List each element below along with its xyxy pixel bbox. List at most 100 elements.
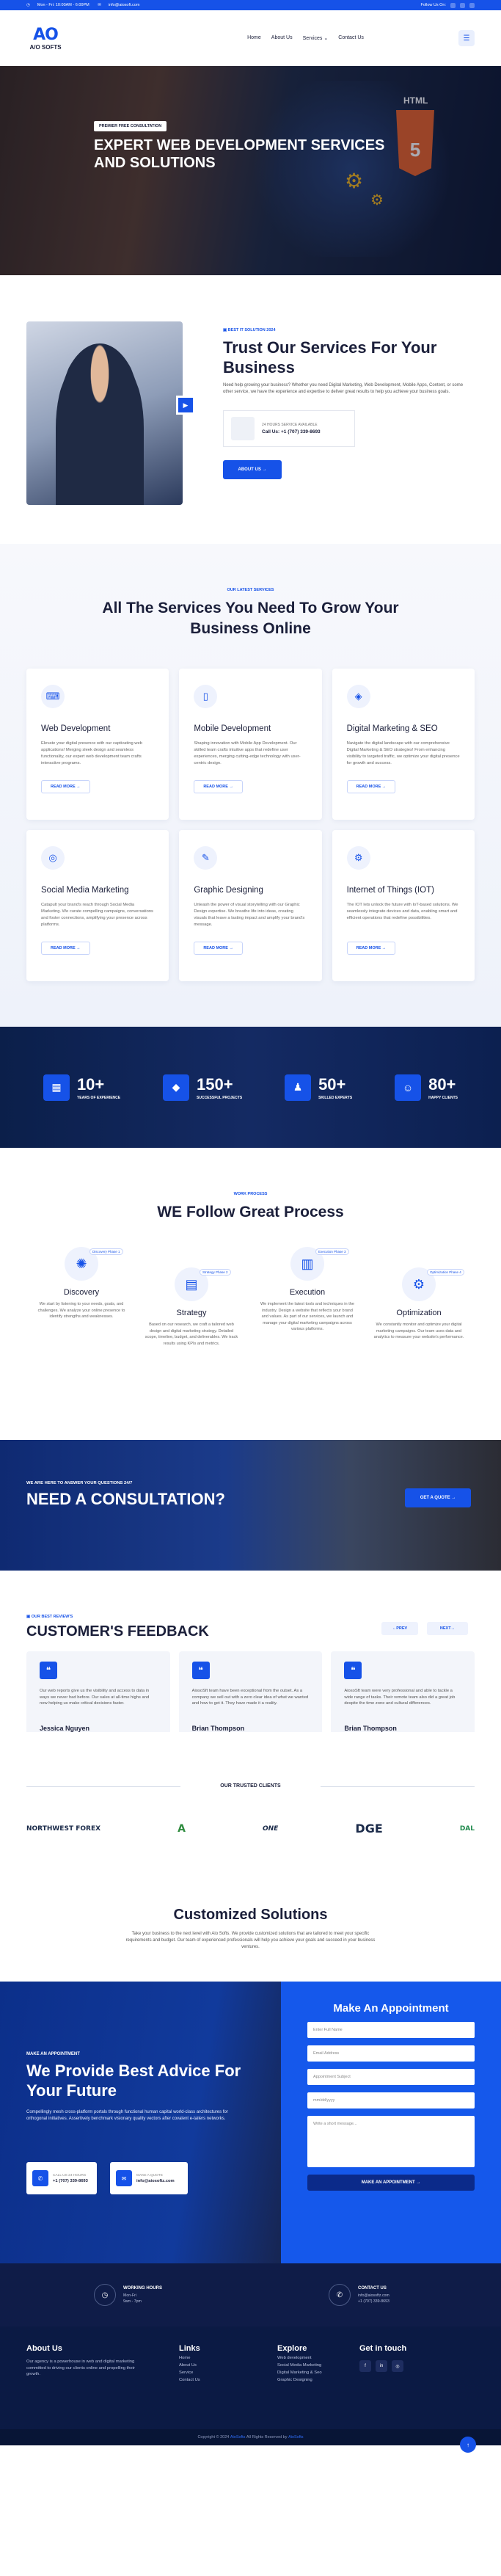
subject-input[interactable]: Appointment Subject: [307, 2069, 475, 2085]
stat-label: YEARS OF EXPERIENCE: [76, 1095, 121, 1100]
twitter-icon[interactable]: [460, 2, 465, 8]
calendar-icon: ▦: [43, 1074, 70, 1101]
contact-email[interactable]: info@aiosoftz.com: [358, 2293, 390, 2299]
call-box[interactable]: 24 HOURS SERVICE AVAILABLE Call Us: +1 (…: [223, 410, 355, 447]
nav-about[interactable]: About Us: [271, 35, 293, 41]
clients-title: OUR TRUSTED CLIENTS: [220, 1783, 281, 1789]
quote-icon: ❝: [344, 1662, 362, 1679]
next-button[interactable]: NEXT →: [427, 1622, 468, 1635]
chevron-down-icon: ⌄: [323, 36, 329, 41]
step-text: We start by listening to your needs, goa…: [37, 1302, 125, 1319]
facebook-icon[interactable]: f: [359, 2360, 371, 2372]
nav-services[interactable]: Services ⌄: [303, 35, 329, 41]
linkedin-icon[interactable]: in: [376, 2360, 387, 2372]
step-badge: Strategy Phase 2: [200, 1269, 231, 1276]
read-more-button[interactable]: READ MORE →: [41, 780, 90, 793]
hours-time: 9am - 7pm: [123, 2299, 142, 2304]
date-input[interactable]: mm/dd/yyyy: [307, 2092, 475, 2109]
step-text: We constantly monitor and optimize your …: [373, 1322, 464, 1339]
phone-icon: ✆: [329, 2284, 351, 2306]
service-card: ⌨ Web Development Elevate your digital p…: [26, 669, 169, 820]
contact-strip: ◷ WORKING HOURS Mon-Fri 9am - 7pm ✆ CONT…: [0, 2263, 501, 2326]
call-card[interactable]: ✆ CALL US 24 HOURS +1 (707) 339-8693: [26, 2162, 97, 2194]
service-card: ✎ Graphic Designing Unleash the power of…: [179, 830, 322, 981]
read-more-button[interactable]: READ MORE →: [346, 942, 396, 955]
process-steps: ✺ Discovery Phase 1 Discovery We start by…: [26, 1247, 475, 1394]
consultation-banner: WE ARE HERE TO ANSWER YOUR QUESTIONS 24/…: [0, 1440, 501, 1571]
get-quote-label: GET A QUOTE: [420, 1496, 450, 1500]
get-quote-button[interactable]: GET A QUOTE →: [405, 1488, 471, 1507]
instagram-icon[interactable]: ◎: [392, 2360, 403, 2372]
step-badge: Optimization Phase 4: [427, 1269, 464, 1276]
read-more-label: READ MORE: [356, 785, 381, 789]
about-section: ▶ ▣ BEST IT SOLUTION 2024 Trust Our Serv…: [0, 275, 501, 544]
footer-link[interactable]: Service: [179, 2371, 200, 2375]
copyright-brand-2[interactable]: AioSofts: [288, 2435, 303, 2439]
instagram-icon[interactable]: [469, 2, 475, 8]
step-title: Strategy: [176, 1309, 207, 1317]
footer-links-title: Links: [179, 2344, 200, 2353]
services-title: All The Services You Need To Grow Your B…: [102, 600, 399, 637]
call-value: Call Us: +1 (707) 339-8693: [262, 429, 321, 434]
quote-icon: ❝: [191, 1662, 210, 1679]
copyright-brand[interactable]: AioSofts: [230, 2435, 245, 2439]
footer-link[interactable]: Contact Us: [179, 2378, 200, 2382]
menu-button[interactable]: ☰: [458, 30, 475, 46]
design-icon: ✎: [194, 846, 218, 870]
submit-appointment-button[interactable]: MAKE AN APPOINTMENT →: [307, 2175, 475, 2191]
play-button[interactable]: ▶: [176, 396, 195, 415]
mail-card[interactable]: ✉ MAKE A QUOTE info@aiosoftz.com: [110, 2162, 188, 2194]
service-text: Shaping innovation with Mobile App Devel…: [194, 741, 301, 765]
play-icon: ▶: [183, 401, 189, 409]
next-label: NEXT: [439, 1626, 451, 1631]
call-label: 24 HOURS SERVICE AVAILABLE: [262, 423, 318, 427]
feedback-title: CUSTOMER'S FEEDBACK: [26, 1623, 209, 1640]
stat-number: 80+: [428, 1074, 456, 1094]
read-more-label: READ MORE: [203, 946, 228, 950]
message-textarea[interactable]: Write a short message...: [307, 2116, 475, 2167]
footer-explore-link[interactable]: Graphic Designing: [277, 2378, 322, 2382]
nav-contact[interactable]: Contact Us: [338, 35, 364, 41]
phone-icon: [231, 417, 255, 440]
hours-text: Mon - Fri: 10:00AM - 6:00PM: [37, 3, 89, 7]
hero-banner: ⚙ ⚙ HTML 5 PREMIER FREE CONSULTATION EXP…: [0, 66, 501, 275]
facebook-icon[interactable]: [450, 2, 456, 8]
read-more-button[interactable]: READ MORE →: [194, 780, 243, 793]
contact-phone[interactable]: +1 (707) 339-8693: [358, 2299, 390, 2304]
optimization-icon: ⚙ Optimization Phase 4: [402, 1267, 464, 1301]
hours-days: Mon-Fri: [123, 2293, 136, 2298]
stat-item: ♟ 50+ SKILLED EXPERTS: [285, 1074, 352, 1101]
footer-explore-link[interactable]: Social Media Marketing: [277, 2363, 322, 2368]
step-text: Based on our research, we craft a tailor…: [145, 1322, 238, 1346]
testimonial-name: Jessica Nguyen: [40, 1725, 90, 1732]
read-more-label: READ MORE: [51, 785, 76, 789]
site-logo[interactable]: AO A/O SOFTS: [26, 26, 65, 51]
scroll-top-button[interactable]: ↑: [460, 2437, 476, 2453]
read-more-button[interactable]: READ MORE →: [194, 942, 243, 955]
process-step: ✺ Discovery Phase 1 Discovery We start by…: [34, 1247, 129, 1320]
read-more-button[interactable]: READ MORE →: [346, 780, 396, 793]
email-input[interactable]: Email Address: [307, 2045, 475, 2062]
about-us-button[interactable]: ABOUT US →: [223, 460, 282, 479]
footer-link[interactable]: Home: [179, 2356, 200, 2360]
footer-link[interactable]: About Us: [179, 2363, 200, 2368]
email-link[interactable]: info@aiosoft.com: [109, 3, 140, 7]
client-logo: NORTHWEST FOREX: [26, 1824, 101, 1833]
service-text: Catapult your brand's reach through Soci…: [41, 903, 153, 927]
client-logos: NORTHWEST FOREX A ONE DGE DAL: [26, 1822, 475, 1835]
copyright-text: Copyright © 2024: [197, 2435, 230, 2439]
project-icon: ◆: [163, 1074, 190, 1101]
strategy-icon: ▤ Strategy Phase 2: [175, 1267, 231, 1301]
site-footer: About Us Our agency is a powerhouse in w…: [0, 2326, 501, 2429]
prev-button[interactable]: ← PREV: [381, 1622, 418, 1635]
nav-home[interactable]: Home: [247, 35, 261, 41]
name-input[interactable]: Enter Full Name: [307, 2022, 475, 2038]
custom-solutions-section: Customized Solutions Take your business …: [0, 1901, 501, 1982]
footer-explore-link[interactable]: Web development: [277, 2356, 322, 2360]
read-more-button[interactable]: READ MORE →: [41, 942, 90, 955]
footer-links: Links Home About Us Service Contact Us: [179, 2344, 200, 2382]
footer-explore-link[interactable]: Digital Marketing & Seo: [277, 2371, 322, 2375]
custom-text: Take your business to the next level wit…: [125, 1932, 376, 1949]
mail-card-label: MAKE A QUOTE: [136, 2173, 163, 2177]
read-more-label: READ MORE: [356, 946, 381, 950]
